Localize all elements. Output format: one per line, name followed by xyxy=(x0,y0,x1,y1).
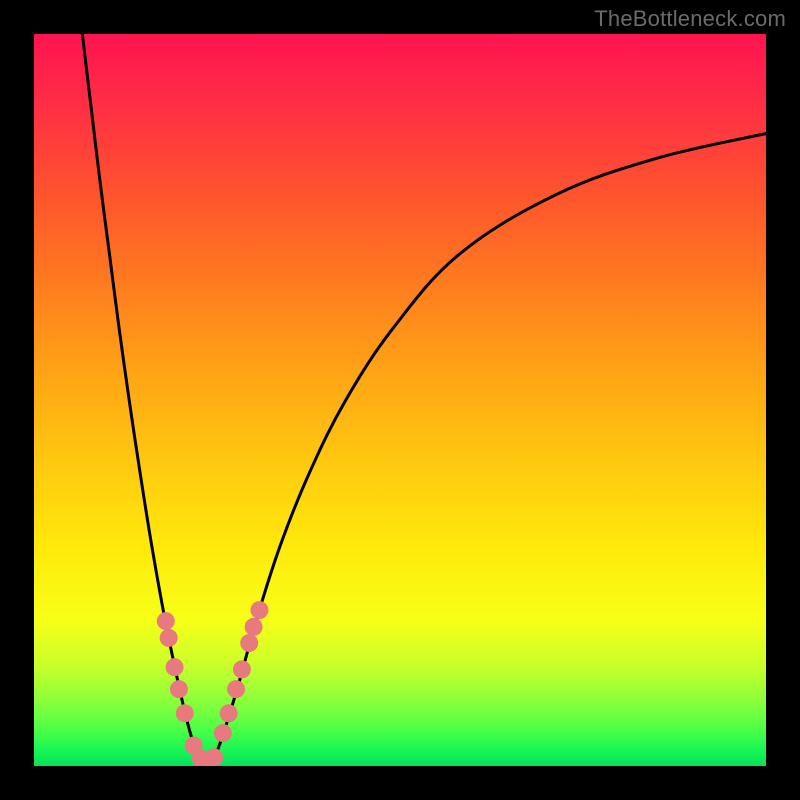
marker-point xyxy=(245,618,263,636)
marker-point xyxy=(240,634,258,652)
marker-point xyxy=(176,704,194,722)
chart-svg xyxy=(34,34,766,766)
data-markers xyxy=(157,601,269,766)
plot-area xyxy=(34,34,766,766)
marker-point xyxy=(170,680,188,698)
marker-point xyxy=(227,680,245,698)
marker-point xyxy=(160,629,178,647)
curve-right-branch xyxy=(207,134,766,766)
curve-left-branch xyxy=(82,34,206,766)
marker-point xyxy=(166,658,184,676)
marker-point xyxy=(205,748,223,766)
marker-point xyxy=(214,724,232,742)
marker-point xyxy=(233,660,251,678)
watermark-text: TheBottleneck.com xyxy=(594,6,786,32)
marker-point xyxy=(220,704,238,722)
chart-frame: TheBottleneck.com xyxy=(0,0,800,800)
marker-point xyxy=(250,601,268,619)
curve-lines xyxy=(82,34,766,766)
marker-point xyxy=(157,612,175,630)
